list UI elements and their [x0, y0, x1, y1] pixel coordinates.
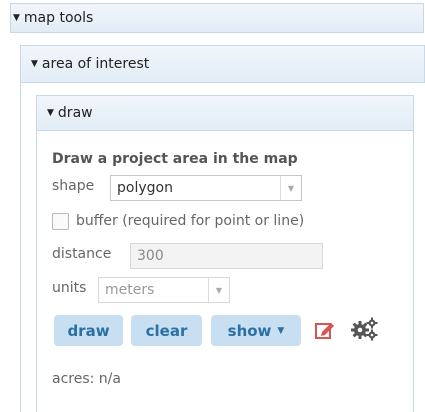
- clear-button[interactable]: clear: [131, 315, 202, 346]
- chevron-down-icon: ▼: [208, 278, 229, 302]
- caret-down-icon: ▼: [47, 108, 54, 118]
- draw-label: draw: [57, 105, 93, 121]
- shape-select[interactable]: polygon ▼: [110, 175, 302, 201]
- draw-panel-title: Draw a project area in the map: [52, 151, 298, 167]
- acres-text: acres: n/a: [52, 371, 121, 387]
- show-button[interactable]: show ▼: [211, 315, 301, 346]
- gears-icon[interactable]: [350, 316, 380, 342]
- draw-button-label: draw: [67, 321, 110, 340]
- caret-down-icon: ▼: [277, 325, 285, 336]
- show-button-label: show: [227, 321, 272, 340]
- buffer-label: buffer (required for point or line): [76, 213, 305, 229]
- map-tools-header[interactable]: ▼ map tools: [10, 3, 424, 33]
- draw-header[interactable]: ▼ draw: [36, 95, 414, 131]
- units-value: meters: [105, 282, 155, 298]
- draw-button[interactable]: draw: [54, 315, 123, 346]
- caret-down-icon: ▼: [13, 13, 20, 23]
- clear-button-label: clear: [145, 321, 188, 340]
- shape-value: polygon: [117, 180, 173, 196]
- caret-down-icon: ▼: [31, 59, 38, 69]
- units-select[interactable]: meters ▼: [98, 277, 230, 303]
- distance-label: distance: [52, 246, 112, 262]
- units-label: units: [52, 280, 87, 296]
- map-tools-label: map tools: [23, 10, 94, 26]
- shape-label: shape: [52, 178, 95, 194]
- area-of-interest-header[interactable]: ▼ area of interest: [20, 45, 425, 83]
- area-of-interest-label: area of interest: [41, 56, 150, 72]
- distance-field[interactable]: 300: [130, 243, 323, 269]
- chevron-down-icon: ▼: [280, 176, 301, 200]
- edit-icon[interactable]: [314, 319, 336, 341]
- distance-value: 300: [137, 248, 164, 264]
- buffer-checkbox[interactable]: [52, 213, 69, 230]
